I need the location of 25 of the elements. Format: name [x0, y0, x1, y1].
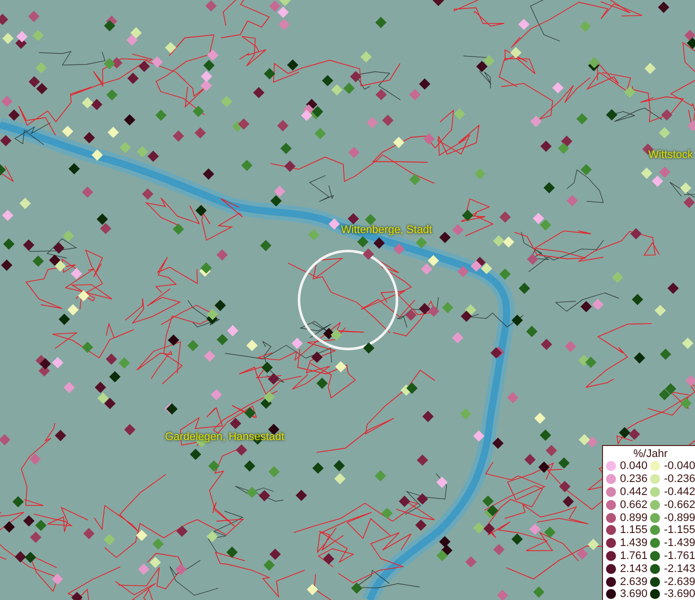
legend-value: -1.155 — [664, 524, 695, 536]
legend-value: 3.690 — [620, 588, 648, 600]
legend-value: 0.662 — [620, 498, 648, 511]
legend-value: 1.155 — [620, 524, 648, 536]
legend-value: 0.899 — [620, 512, 648, 524]
legend-value: 1.761 — [620, 550, 648, 562]
legend-title: %/Jahr — [632, 448, 669, 460]
legend-value: -1.439 — [664, 537, 695, 550]
legend-value: -0.040 — [664, 460, 695, 472]
legend-value: 2.143 — [620, 562, 648, 575]
place-label: Wittstock — [647, 149, 694, 161]
legend-value: 0.236 — [620, 473, 648, 486]
legend-value: -1.761 — [664, 550, 695, 562]
legend-value: -3.690 — [664, 588, 695, 600]
legend-value: -0.899 — [664, 512, 695, 524]
place-label: Wittenberge, Stadt — [340, 224, 434, 236]
legend-value: -2.639 — [664, 576, 695, 588]
legend-value: 1.439 — [620, 537, 648, 550]
legend-value: -0.442 — [664, 486, 695, 498]
legend-value: -0.236 — [664, 473, 695, 486]
legend-value: 2.639 — [620, 576, 648, 588]
legend-value: -0.662 — [664, 498, 695, 511]
legend-value: 0.040 — [620, 460, 648, 472]
legend-value: 0.442 — [620, 486, 648, 498]
legend-value: -2.143 — [664, 562, 695, 575]
